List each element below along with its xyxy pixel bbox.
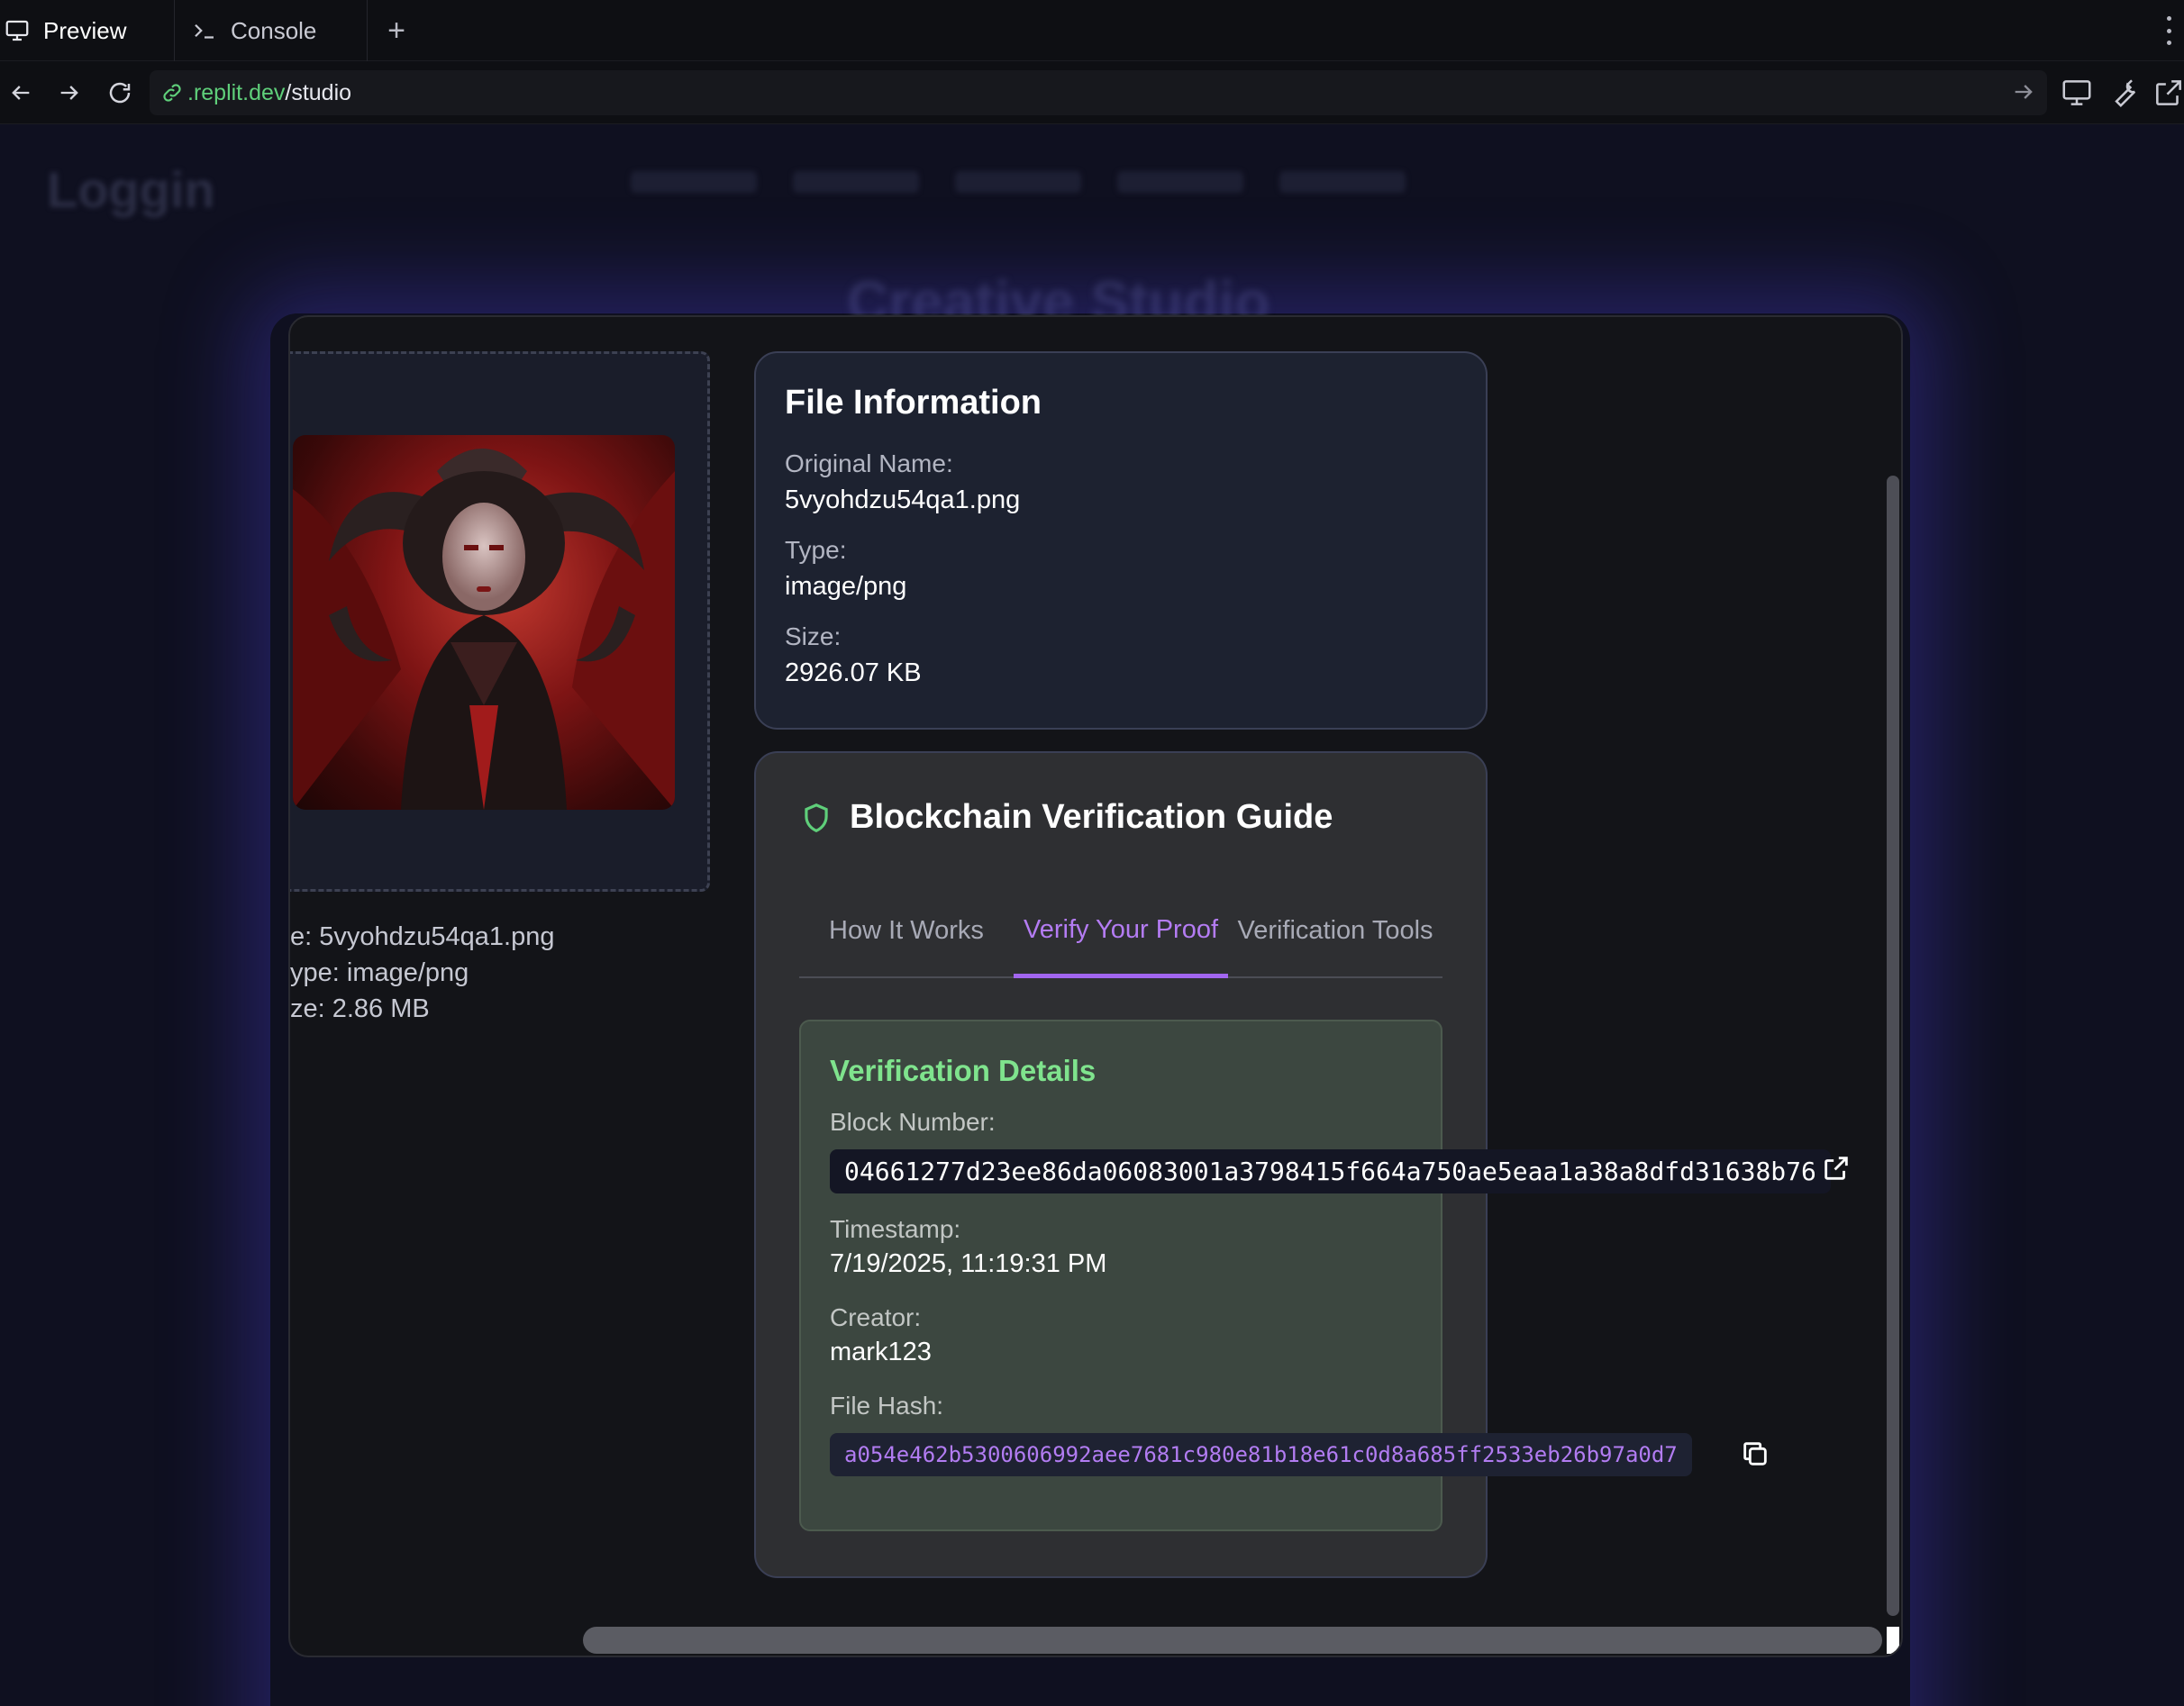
link-icon xyxy=(163,84,181,102)
monitor-icon xyxy=(4,17,31,44)
upload-file-meta: e: 5vyohdzu54qa1.png ype: image/png ze: … xyxy=(290,919,554,1027)
guide-tabs: How It Works Verify Your Proof Verificat… xyxy=(799,885,1442,978)
tab-preview[interactable]: Preview xyxy=(0,0,175,61)
terminal-icon xyxy=(191,17,218,44)
type-value: image/png xyxy=(785,572,907,601)
open-external-icon[interactable] xyxy=(2152,76,2184,110)
verification-modal: e: 5vyohdzu54qa1.png ype: image/png ze: … xyxy=(288,315,1903,1657)
plus-icon: + xyxy=(387,13,405,48)
url-path: /studio xyxy=(285,79,352,105)
tab-verify-your-proof[interactable]: Verify Your Proof xyxy=(1014,885,1228,978)
wrench-icon[interactable] xyxy=(2107,76,2141,110)
forward-button[interactable] xyxy=(50,74,88,112)
shield-icon xyxy=(805,803,828,832)
background-logo: Loggin xyxy=(47,161,215,218)
timestamp-value: 7/19/2025, 11:19:31 PM xyxy=(830,1249,1107,1278)
original-name-value: 5vyohdzu54qa1.png xyxy=(785,485,1021,514)
file-hash-label: File Hash: xyxy=(830,1392,944,1420)
vertical-scroll-thumb[interactable] xyxy=(1887,476,1899,1616)
upload-file-name: e: 5vyohdzu54qa1.png xyxy=(290,922,555,951)
copy-icon[interactable] xyxy=(1740,1438,1770,1469)
scroll-corner xyxy=(1887,1627,1899,1654)
tab-how-it-works[interactable]: How It Works xyxy=(799,885,1014,976)
reload-button[interactable] xyxy=(101,74,139,112)
back-button[interactable] xyxy=(2,74,40,112)
go-arrow-icon[interactable] xyxy=(2011,79,2036,104)
file-hash-value: a054e462b5300606992aee7681c980e81b18e61c… xyxy=(830,1433,1692,1476)
file-information-card: File Information Original Name: 5vyohdzu… xyxy=(754,351,1488,730)
url-host: .replit.dev xyxy=(187,79,286,105)
size-value: 2926.07 KB xyxy=(785,658,922,687)
verification-guide-card: Blockchain Verification Guide How It Wor… xyxy=(754,751,1848,1578)
tab-preview-label: Preview xyxy=(43,16,127,44)
vertical-scrollbar[interactable] xyxy=(1885,317,1901,1656)
original-name-label: Original Name: xyxy=(785,449,953,477)
address-bar: .replit.dev/studio xyxy=(0,61,2184,124)
new-tab-button[interactable]: + xyxy=(378,0,414,61)
arrow-left-icon xyxy=(12,86,30,100)
block-number-value: 04661277d23ee86da06083001a3798415f664a75… xyxy=(830,1149,1831,1193)
creator-label: Creator: xyxy=(830,1303,922,1331)
reload-icon xyxy=(109,82,131,104)
block-number-label: Block Number: xyxy=(830,1108,996,1136)
devices-icon[interactable] xyxy=(2060,76,2094,110)
arrow-right-icon xyxy=(60,86,78,100)
upload-file-type: ype: image/png xyxy=(290,958,469,987)
size-label: Size: xyxy=(785,622,842,650)
guide-header: Blockchain Verification Guide xyxy=(799,798,1442,837)
horizontal-scroll-thumb[interactable] xyxy=(583,1627,1882,1654)
uploaded-artwork xyxy=(293,435,675,810)
creator-value: mark123 xyxy=(830,1338,932,1366)
verification-details-title: Verification Details xyxy=(830,1054,1097,1087)
browser-tab-bar: Preview Console + xyxy=(0,0,2184,61)
tab-console[interactable]: Console xyxy=(187,0,368,61)
file-information-title: File Information xyxy=(785,384,1042,422)
more-options-icon[interactable] xyxy=(2164,16,2173,45)
tab-verification-tools[interactable]: Verification Tools xyxy=(1228,885,1442,976)
type-label: Type: xyxy=(785,536,847,564)
image-drop-zone[interactable] xyxy=(290,351,710,892)
tab-console-label: Console xyxy=(231,16,317,44)
background-nav xyxy=(631,171,1406,193)
url-input[interactable]: .replit.dev/studio xyxy=(150,70,2047,115)
verification-details-panel: Verification Details Block Number: 04661… xyxy=(799,1020,1848,1531)
upload-file-size: ze: 2.86 MB xyxy=(290,994,430,1023)
timestamp-label: Timestamp: xyxy=(830,1215,961,1243)
guide-title: Blockchain Verification Guide xyxy=(850,798,1333,836)
external-link-icon[interactable] xyxy=(1821,1153,1852,1184)
